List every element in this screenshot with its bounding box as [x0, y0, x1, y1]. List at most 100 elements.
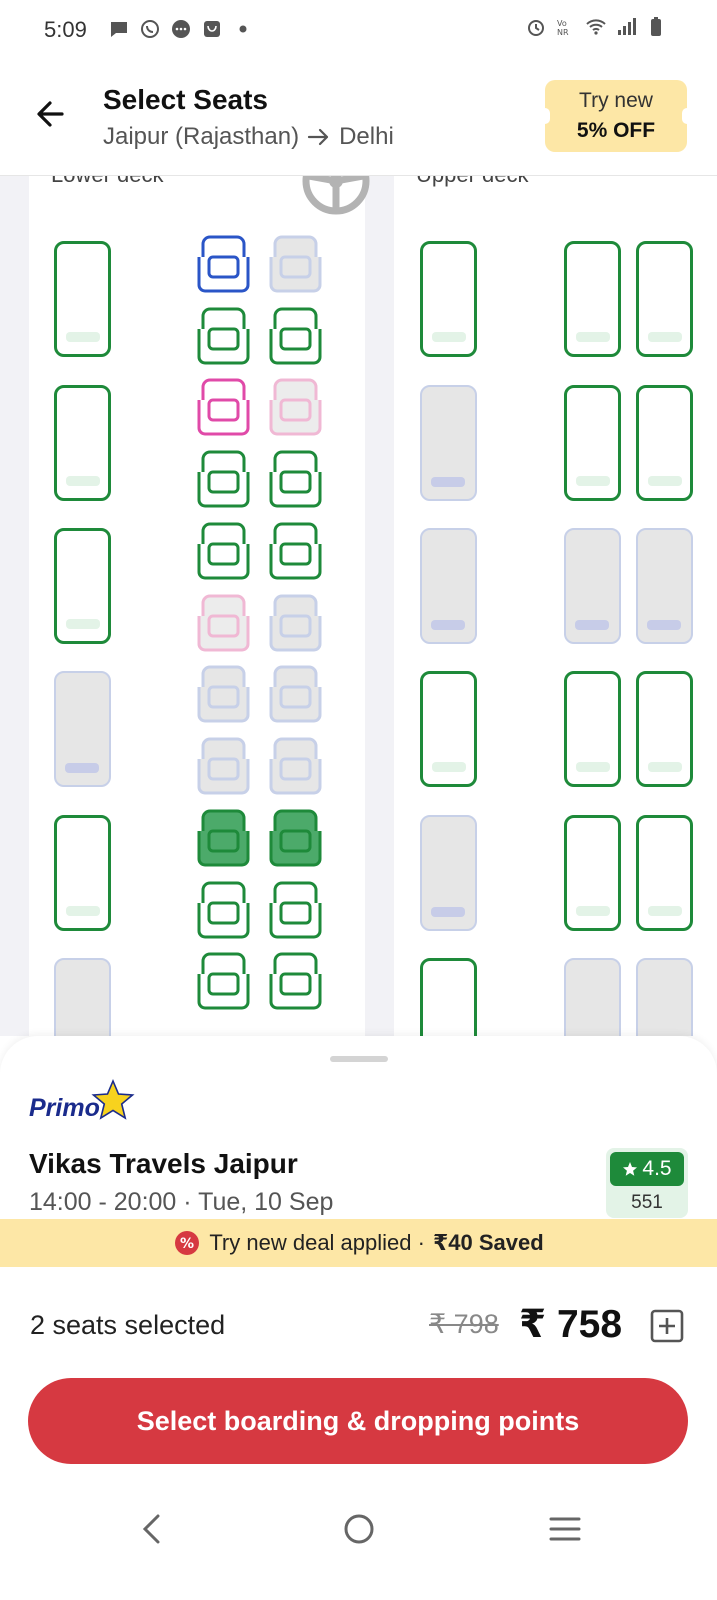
- system-nav-bar: [0, 1490, 717, 1580]
- whatsapp-icon: [141, 20, 159, 38]
- deal-banner: % Try new deal applied · ₹40 Saved: [0, 1219, 717, 1267]
- sleeper-seat[interactable]: [636, 385, 693, 501]
- sleeper-pillow: [648, 332, 682, 342]
- sleeper-pillow: [66, 619, 100, 629]
- seat-map: Lower deck: [0, 176, 717, 1036]
- sleeper-seat[interactable]: [564, 385, 621, 501]
- system-icons: Vo NR: [525, 16, 667, 38]
- star-icon: [623, 1162, 638, 1176]
- final-price: ₹ 758: [519, 1303, 623, 1346]
- seater-seat[interactable]: [267, 307, 324, 366]
- sleeper-pillow: [648, 476, 682, 486]
- nav-home-icon[interactable]: [342, 1512, 376, 1546]
- seater-seat: [267, 378, 324, 437]
- sleeper-seat[interactable]: [636, 671, 693, 787]
- sleeper-pillow: [648, 906, 682, 916]
- route-from: Jaipur (Rajasthan): [103, 123, 300, 150]
- journey-timing: 14:00 - 20:00 · Tue, 10 Sep: [29, 1188, 334, 1216]
- sleeper-seat: [420, 385, 477, 501]
- sleeper-pillow: [65, 763, 99, 773]
- seater-seat[interactable]: [195, 522, 252, 581]
- seater-seat[interactable]: [267, 450, 324, 509]
- seater-seat: [267, 737, 324, 796]
- sleeper-seat: [636, 958, 693, 1036]
- lower-deck-label: Lower deck: [51, 176, 164, 188]
- route: Jaipur (Rajasthan) Delhi: [103, 123, 394, 151]
- sleeper-seat[interactable]: [636, 815, 693, 931]
- notification-icons: [108, 18, 254, 40]
- sleeper-seat[interactable]: [564, 671, 621, 787]
- rating-badge[interactable]: 4.5 551: [606, 1148, 688, 1218]
- rating-count: 551: [631, 1192, 663, 1213]
- sleeper-seat[interactable]: [420, 958, 477, 1036]
- fare-summary: 2 seats selected ₹ 798 ₹ 758: [0, 1267, 717, 1377]
- select-boarding-button[interactable]: Select boarding & dropping points: [28, 1378, 688, 1464]
- sleeper-seat[interactable]: [420, 671, 477, 787]
- seater-seat[interactable]: [195, 450, 252, 509]
- battery-icon: [651, 17, 661, 36]
- sleeper-pillow: [576, 476, 610, 486]
- volte-icon: VoNR: [557, 19, 569, 37]
- sleeper-pillow: [432, 332, 466, 342]
- alarm-icon: [528, 20, 544, 36]
- seater-seat: [195, 737, 252, 796]
- sleeper-seat[interactable]: [564, 241, 621, 357]
- sleeper-seat[interactable]: [636, 241, 693, 357]
- deal-text: Try new deal applied ·: [209, 1230, 425, 1255]
- sleeper-seat[interactable]: [54, 385, 111, 501]
- nav-back-icon[interactable]: [138, 1512, 166, 1546]
- seater-seat[interactable]: [195, 952, 252, 1011]
- sleeper-seat[interactable]: [420, 241, 477, 357]
- sleeper-seat[interactable]: [564, 815, 621, 931]
- sleeper-pillow: [66, 906, 100, 916]
- steering-wheel-icon: [302, 176, 370, 215]
- seater-seat[interactable]: [267, 881, 324, 940]
- seater-seat[interactable]: [195, 235, 252, 294]
- sleeper-pillow: [576, 762, 610, 772]
- rating-score: 4.5: [610, 1152, 684, 1186]
- promo-coupon[interactable]: Try new 5% OFF: [540, 80, 692, 152]
- arrow-right-icon: [307, 128, 329, 146]
- sleeper-pillow: [648, 762, 682, 772]
- signal-icon: [618, 18, 636, 35]
- seats-selected-count: 2 seats selected: [30, 1310, 226, 1340]
- star-logo-icon: [91, 1078, 135, 1120]
- sleeper-seat[interactable]: [54, 528, 111, 644]
- sleeper-pillow: [576, 906, 610, 916]
- route-to: Delhi: [339, 123, 394, 150]
- seater-seat[interactable]: [267, 809, 324, 868]
- sleeper-seat: [420, 815, 477, 931]
- upper-deck: Upper deck: [394, 176, 717, 1036]
- seater-seat[interactable]: [195, 809, 252, 868]
- sleeper-seat: [54, 671, 111, 787]
- nav-recents-icon[interactable]: [548, 1514, 582, 1544]
- status-time: 5:09: [44, 17, 87, 42]
- svg-text:%: %: [180, 1236, 194, 1252]
- svg-text:NR: NR: [557, 28, 569, 37]
- discount-badge-icon: %: [175, 1231, 200, 1255]
- brand-logo: Primo: [29, 1078, 136, 1136]
- sheet-drag-handle[interactable]: [330, 1056, 388, 1062]
- promo-line2: 5% OFF: [576, 119, 656, 142]
- expand-fare-icon[interactable]: [650, 1309, 684, 1343]
- svg-text:Vo: Vo: [557, 19, 567, 28]
- seater-seat[interactable]: [195, 881, 252, 940]
- sleeper-pillow: [432, 762, 466, 772]
- back-arrow-icon[interactable]: [32, 94, 72, 134]
- lower-deck: Lower deck: [29, 176, 370, 1036]
- wifi-icon: [586, 19, 606, 35]
- chat-bubble-icon: [111, 22, 127, 37]
- sleeper-seat[interactable]: [54, 815, 111, 931]
- seater-seat: [195, 594, 252, 653]
- seater-seat[interactable]: [267, 522, 324, 581]
- seater-seat[interactable]: [267, 952, 324, 1011]
- seater-seat[interactable]: [195, 307, 252, 366]
- seater-seat: [267, 235, 324, 294]
- original-price: ₹ 798: [429, 1309, 499, 1339]
- sleeper-pillow: [431, 907, 465, 917]
- sleeper-pillow: [647, 620, 681, 630]
- shopping-bag-icon: [204, 21, 220, 37]
- seater-seat[interactable]: [195, 378, 252, 437]
- sleeper-seat[interactable]: [54, 241, 111, 357]
- sleeper-seat: [636, 528, 693, 644]
